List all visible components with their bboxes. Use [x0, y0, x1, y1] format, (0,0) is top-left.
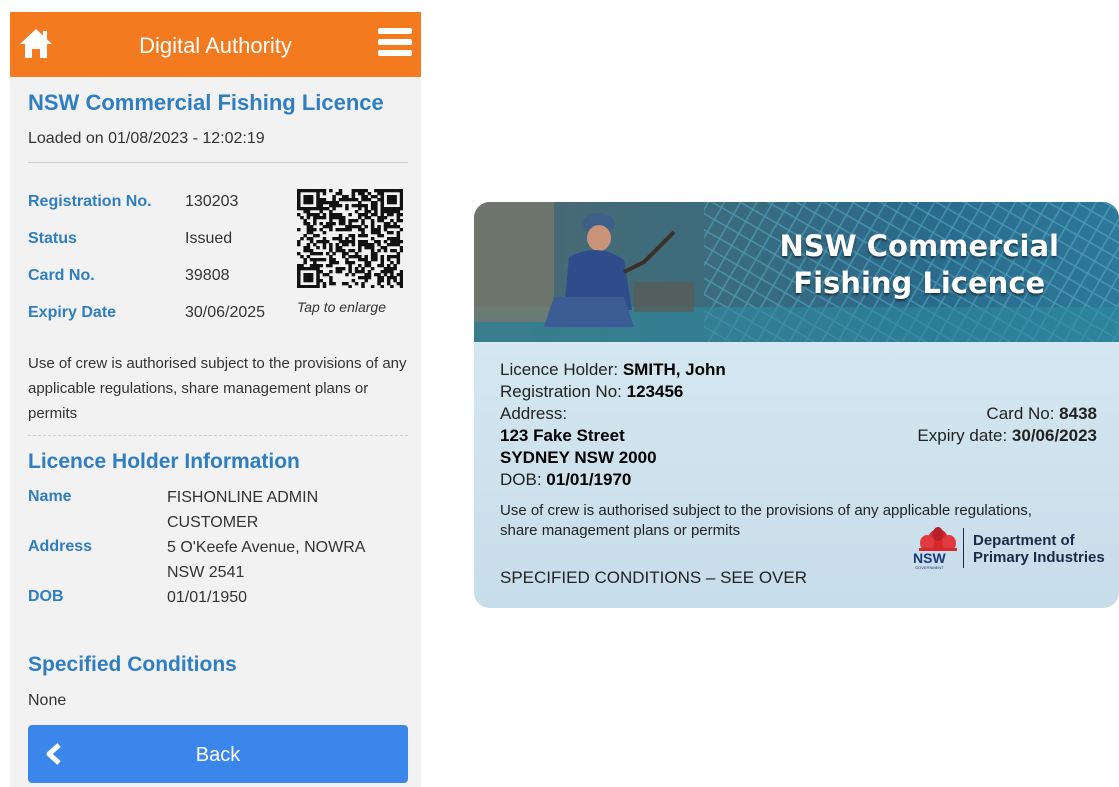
card-dob-label: DOB:: [500, 470, 547, 489]
card-holder-line: Licence Holder: SMITH, John: [500, 360, 726, 380]
logo-separator: [963, 528, 964, 568]
card-dob-value: 01/01/1970: [546, 470, 632, 489]
registration-value: 130203: [185, 193, 239, 210]
licence-card-image: NSW Commercial Fishing Licence Licence H…: [474, 202, 1119, 608]
card-expiry-line: Expiry date: 30/06/2023: [917, 426, 1097, 446]
holder-address-line2: NSW 2541: [167, 564, 245, 581]
back-button[interactable]: Back: [28, 725, 408, 783]
card-address-line2: SYDNEY NSW 2000: [500, 448, 657, 467]
divider: [28, 162, 408, 163]
status-value: Issued: [185, 230, 233, 247]
holder-name-label: Name: [28, 488, 72, 505]
expiry-date-label: Expiry Date: [28, 304, 117, 321]
specified-conditions-value: None: [28, 692, 67, 709]
card-title: NSW Commercial Fishing Licence: [780, 228, 1060, 302]
status-label: Status: [28, 230, 77, 247]
crew-note: Use of crew is authorised subject to the…: [28, 355, 407, 422]
expiry-date-value: 30/06/2025: [185, 304, 266, 321]
waratah-icon: [919, 527, 957, 551]
nsw-dpi-logo: NSW GOVERNMENT Department of Primary Ind…: [911, 526, 1111, 572]
dashed-divider: [28, 435, 408, 436]
card-title-line1: NSW Commercial: [779, 229, 1060, 263]
app-title: Digital Authority: [139, 33, 292, 58]
card-expiry-value: 30/06/2023: [1011, 426, 1097, 445]
digital-authority-app: Digital Authority NSW Commercial Fishing…: [10, 12, 421, 787]
card-registration-value: 123456: [626, 382, 684, 401]
card-body: Licence Holder: SMITH, John Registration…: [474, 342, 1119, 608]
tap-to-enlarge-hint: Tap to enlarge: [297, 299, 386, 315]
card-registration-line: Registration No: 123456: [500, 382, 683, 402]
card-fisherman-photo: NSW Commercial Fishing Licence: [474, 202, 1119, 342]
holder-dob-label: DOB: [28, 588, 64, 605]
card-expiry-label: Expiry date:: [917, 426, 1012, 445]
card-number-value: 8438: [1059, 404, 1097, 423]
holder-name-line1: FISHONLINE ADMIN: [167, 489, 319, 506]
back-button-label: Back: [195, 744, 241, 766]
holder-address-line1: 5 O'Keefe Avenue, NOWRA: [167, 539, 366, 556]
card-no-label: Card No.: [28, 267, 95, 284]
card-specified-conditions: SPECIFIED CONDITIONS – SEE OVER: [500, 568, 808, 587]
card-holder-value: SMITH, John: [622, 360, 726, 379]
card-address-line1: 123 Fake Street: [500, 426, 625, 445]
nsw-logo-subtext: GOVERNMENT: [915, 565, 944, 570]
specified-conditions-heading: Specified Conditions: [28, 653, 237, 676]
department-name: Department of Primary Industries: [973, 532, 1105, 566]
card-holder-label: Licence Holder:: [500, 360, 623, 379]
top-bar: Digital Authority: [10, 12, 421, 77]
department-line2: Primary Industries: [973, 549, 1105, 566]
holder-address-label: Address: [28, 538, 93, 555]
card-address-label: Address:: [500, 404, 568, 423]
licence-holder-heading: Licence Holder Information: [28, 450, 300, 473]
holder-name-line2: CUSTOMER: [167, 514, 259, 531]
card-number-line: Card No: 8438: [986, 404, 1097, 424]
licence-title: NSW Commercial Fishing Licence: [28, 90, 384, 115]
department-line1: Department of: [973, 532, 1075, 549]
card-registration-label: Registration No:: [500, 382, 627, 401]
card-no-value: 39808: [185, 267, 230, 284]
nsw-logo-text: NSW: [913, 550, 946, 566]
loaded-timestamp: Loaded on 01/08/2023 - 12:02:19: [28, 130, 265, 147]
registration-label: Registration No.: [28, 193, 152, 210]
card-dob-line: DOB: 01/01/1970: [500, 470, 631, 490]
card-number-label: Card No:: [986, 404, 1060, 423]
hamburger-menu-icon[interactable]: [378, 28, 412, 60]
holder-dob-value: 01/01/1950: [167, 589, 248, 606]
qr-code[interactable]: [297, 189, 404, 289]
card-title-line2: Fishing Licence: [793, 266, 1046, 300]
